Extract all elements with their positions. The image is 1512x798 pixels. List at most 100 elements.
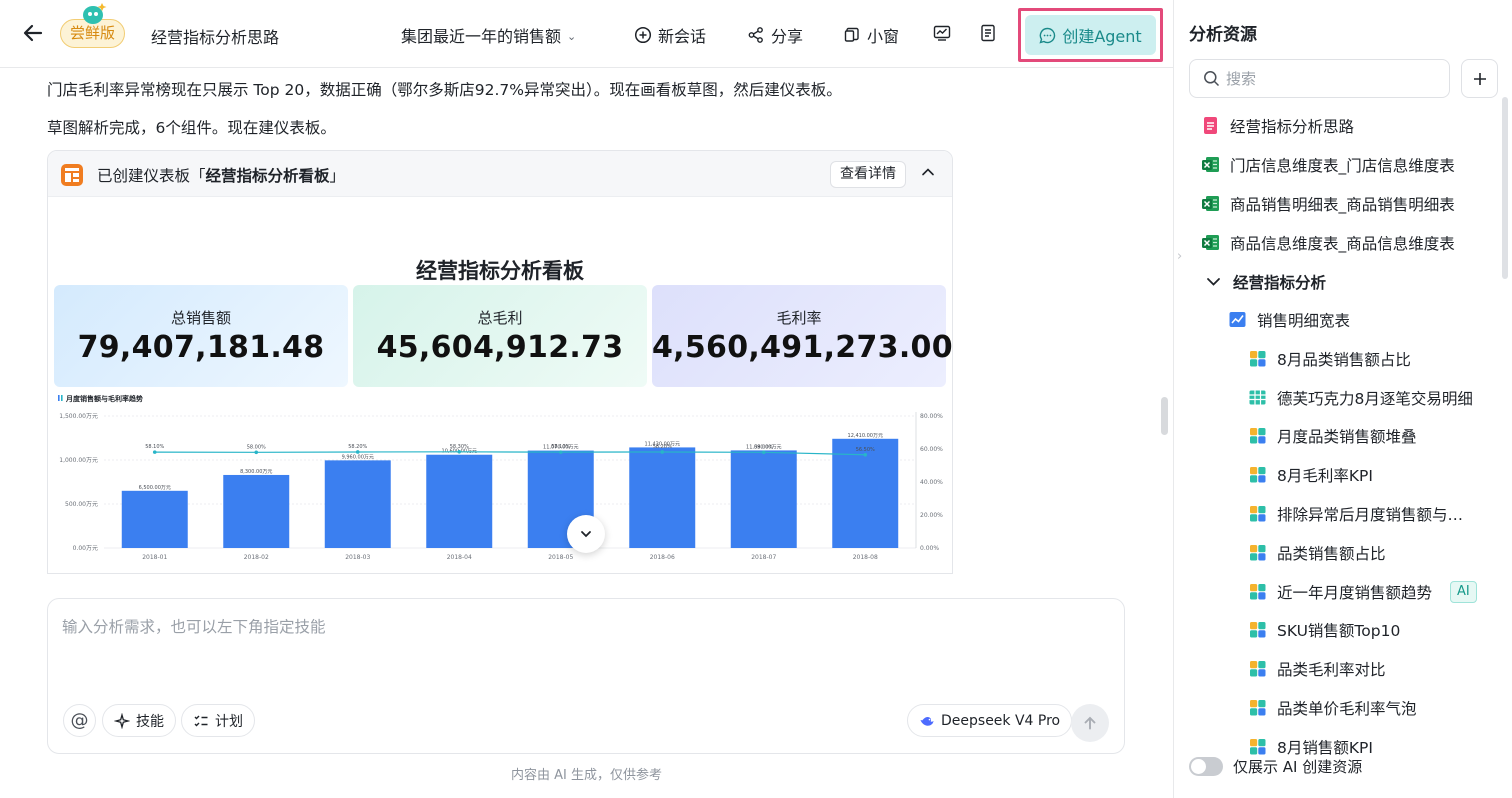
plan-list-icon: [194, 715, 208, 726]
scroll-to-bottom-button[interactable]: [567, 515, 605, 553]
x-tick-label: 2018-02: [244, 554, 269, 561]
margin-data-label: 58.00%: [247, 444, 266, 450]
sidebar-item-label: 经营指标分析: [1233, 273, 1327, 292]
chart-bar: [121, 490, 188, 548]
sidebar-item[interactable]: 8月品类销售额占比: [1248, 339, 1411, 378]
card-title-prefix: 已创建仪表板「: [97, 167, 206, 185]
excel-icon: [1202, 235, 1219, 250]
model-selector[interactable]: Deepseek V4 Pro: [907, 704, 1073, 737]
sidebar-title: 分析资源: [1189, 25, 1257, 45]
share-label: 分享: [771, 27, 804, 46]
create-agent-highlight: 创建Agent: [1018, 8, 1163, 62]
x-tick-label: 2018-08: [853, 554, 878, 561]
sidebar-item[interactable]: 品类单价毛利率气泡: [1248, 688, 1417, 727]
document-icon[interactable]: [979, 24, 997, 42]
x-tick-label: 2018-03: [345, 554, 370, 561]
chart-icon: [1250, 467, 1266, 483]
sidebar-item-label: 经营指标分析思路: [1230, 117, 1355, 136]
x-tick-label: 2018-01: [142, 554, 167, 561]
margin-point: [863, 452, 868, 457]
view-details-button[interactable]: 查看详情: [830, 161, 906, 188]
chat-input-box: @ 技能 计划 Deepseek V4 Pro: [47, 598, 1125, 754]
mascot-icon: [83, 3, 107, 24]
plan-button[interactable]: 计划: [181, 704, 255, 737]
margin-data-label: 58.30%: [450, 444, 469, 450]
x-tick-label: 2018-06: [650, 554, 675, 561]
mention-button[interactable]: @: [63, 704, 96, 737]
add-resource-button[interactable]: [1461, 59, 1498, 98]
create-agent-button[interactable]: 创建Agent: [1025, 15, 1156, 55]
margin-data-label: 58.20%: [348, 444, 367, 450]
share-icon: [748, 27, 763, 43]
card-title-name: 经营指标分析看板: [205, 167, 330, 185]
sidebar-item[interactable]: 经营指标分析思路: [1201, 106, 1354, 145]
sidebar-item-label: 品类单价毛利率气泡: [1277, 699, 1417, 718]
model-label: Deepseek V4 Pro: [941, 712, 1061, 729]
new-chat-button[interactable]: 新会话: [634, 23, 706, 47]
page-title: 经营指标分析思路: [151, 28, 280, 47]
chart-icon: [1250, 661, 1266, 677]
ai-filter-toggle[interactable]: [1189, 757, 1223, 776]
y-right-tick-label: 20.00%: [920, 512, 943, 519]
sidebar-item[interactable]: 排除异常后月度销售额与…: [1248, 494, 1463, 533]
mini-window-label: 小窗: [867, 27, 900, 46]
sidebar-item[interactable]: 商品销售明细表_商品销售明细表: [1201, 184, 1455, 223]
back-arrow-icon[interactable]: [22, 22, 44, 44]
chevron-down-icon: [1207, 278, 1220, 286]
margin-data-label: 58.10%: [145, 444, 164, 450]
y-left-tick-label: 0.00万元: [73, 545, 98, 552]
chat-input[interactable]: [62, 615, 1102, 675]
sidebar-item[interactable]: 8月毛利率KPI: [1248, 455, 1373, 494]
chevron-right-icon[interactable]: ›: [1177, 249, 1182, 264]
sidebar-item[interactable]: 月度品类销售额堆叠: [1248, 416, 1417, 455]
create-agent-label: 创建Agent: [1062, 27, 1142, 46]
chevron-up-icon[interactable]: [920, 164, 936, 180]
y-left-tick-label: 500.00万元: [65, 501, 98, 508]
bar-data-label: 12,410.00万元: [848, 433, 883, 439]
sidebar-item[interactable]: 近一年月度销售额趋势 AI: [1248, 572, 1477, 611]
margin-point: [558, 450, 563, 454]
sidebar-item-label: 排除异常后月度销售额与…: [1277, 505, 1464, 524]
sidebar-scrollbar[interactable]: [1502, 97, 1508, 279]
send-button[interactable]: [1071, 704, 1109, 742]
sidebar-item-label: 8月毛利率KPI: [1277, 466, 1373, 485]
y-right-tick-label: 80.00%: [920, 413, 943, 420]
mini-window-button[interactable]: 小窗: [843, 23, 899, 47]
arrow-up-icon: [1084, 716, 1096, 730]
sidebar-item-label: 8月销售额KPI: [1277, 738, 1373, 757]
ai-disclaimer: 内容由 AI 生成，仅供参考: [511, 768, 662, 783]
kpi-card-total-sales: 总销售额 79,407,181.48: [54, 285, 348, 387]
sidebar-item[interactable]: 经营指标分析: [1204, 262, 1326, 301]
dataset-icon: [1229, 312, 1246, 327]
skill-label: 技能: [136, 713, 164, 730]
sidebar-item[interactable]: 德芙巧克力8月逐笔交易明细: [1248, 378, 1473, 417]
chart-icon: [1250, 584, 1266, 600]
session-selector[interactable]: 集团最近一年的销售额 ⌄: [401, 23, 576, 47]
sidebar-item[interactable]: 销售明细宽表: [1228, 300, 1350, 339]
mini-window-icon: [844, 27, 859, 42]
sidebar-item[interactable]: 门店信息维度表_门店信息维度表: [1201, 145, 1455, 184]
chart-icon: [1250, 506, 1266, 522]
chat-scrollbar[interactable]: [1161, 397, 1168, 435]
search-icon: [1204, 71, 1220, 87]
dashboard-icon[interactable]: [933, 24, 951, 42]
sidebar-item[interactable]: 品类毛利率对比: [1248, 649, 1386, 688]
sidebar-item[interactable]: 商品信息维度表_商品信息维度表: [1201, 223, 1455, 262]
sidebar-item-label: 销售明细宽表: [1257, 311, 1351, 330]
chart-icon: [1250, 428, 1266, 444]
skill-button[interactable]: 技能: [102, 704, 176, 737]
share-button[interactable]: 分享: [747, 23, 803, 47]
sidebar-search: [1189, 59, 1450, 98]
top-bar: 尝鲜版 经营指标分析思路 集团最近一年的销售额 ⌄ 新会话 分享 小窗 创建Ag…: [0, 0, 1173, 68]
ai-filter-toggle-row: 仅展示 AI 创建资源: [1189, 756, 1362, 777]
margin-point: [254, 450, 259, 455]
margin-point: [152, 450, 157, 454]
chart-title-marker: [58, 395, 60, 401]
sidebar-item-label: 商品销售明细表_商品销售明细表: [1230, 195, 1455, 214]
sidebar-item[interactable]: SKU销售额Top10: [1248, 610, 1400, 649]
sidebar-item-label: 商品信息维度表_商品信息维度表: [1230, 234, 1455, 253]
search-input[interactable]: [1226, 68, 1441, 90]
table-icon: [1249, 390, 1266, 405]
sidebar-item[interactable]: 品类销售额占比: [1248, 533, 1386, 572]
kpi-card-total-profit: 总毛利 45,604,912.73: [353, 285, 647, 387]
